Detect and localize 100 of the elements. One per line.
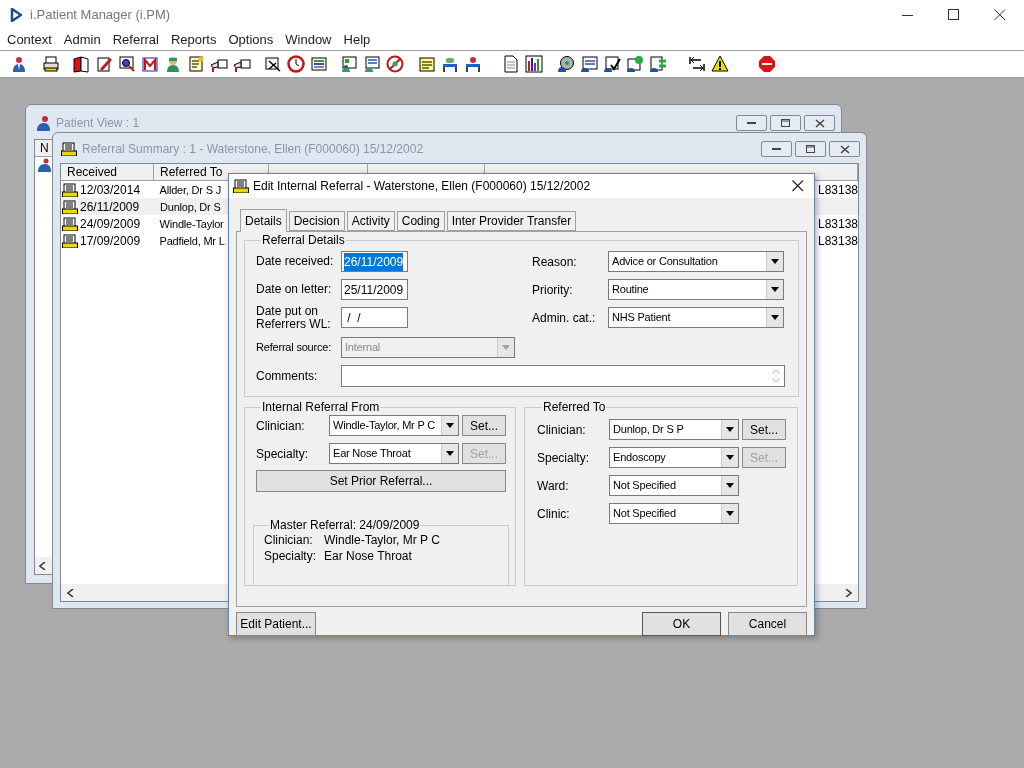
document-scissors-icon[interactable] bbox=[263, 55, 282, 73]
minimize-button[interactable] bbox=[761, 141, 792, 157]
column-header[interactable]: Received bbox=[61, 164, 154, 180]
dropdown-arrow-icon[interactable] bbox=[726, 455, 734, 460]
dropdown[interactable]: Windle-Taylor, Mr P C bbox=[329, 415, 459, 436]
form-arrow-icon[interactable] bbox=[648, 55, 667, 73]
dropdown[interactable]: Not Specified bbox=[609, 475, 739, 496]
set-prior-referral-button[interactable]: Set Prior Referral... bbox=[256, 470, 506, 492]
dropdown-arrow-icon[interactable] bbox=[726, 483, 734, 488]
dropdown[interactable]: Ear Nose Throat bbox=[329, 443, 459, 464]
dropdown-arrow-icon[interactable] bbox=[771, 315, 779, 320]
menu-item[interactable]: Context bbox=[1, 30, 58, 50]
date-field[interactable]: 26/11/2009 bbox=[341, 251, 408, 272]
dropdown-arrow-icon[interactable] bbox=[726, 511, 734, 516]
group-label: Referral Details bbox=[261, 234, 346, 246]
field-label: Priority: bbox=[532, 281, 574, 299]
table-cell-text: L83138 bbox=[816, 215, 858, 233]
cancel-button[interactable]: Cancel bbox=[728, 612, 807, 636]
bar-chart-icon[interactable] bbox=[524, 55, 543, 73]
table-cell-text: L83138 bbox=[816, 181, 858, 199]
edit-patient-button[interactable]: Edit Patient... bbox=[236, 612, 316, 636]
memo-icon[interactable] bbox=[417, 55, 436, 73]
restore-button[interactable] bbox=[770, 115, 801, 131]
close-button[interactable] bbox=[829, 141, 860, 157]
close-icon[interactable] bbox=[994, 9, 1006, 21]
date-field[interactable]: / / bbox=[341, 307, 408, 328]
document-magnifier-icon[interactable] bbox=[117, 55, 136, 73]
group-label: Referred To bbox=[542, 401, 607, 413]
menu-item[interactable]: Help bbox=[337, 30, 377, 50]
card-file-icon bbox=[61, 142, 77, 156]
bed-icon[interactable] bbox=[440, 55, 459, 73]
dropdown-arrow-icon[interactable] bbox=[771, 259, 779, 264]
dropdown[interactable]: Advice or Consultation bbox=[608, 251, 784, 272]
scroll-right-icon[interactable] bbox=[844, 588, 852, 597]
form-check-icon[interactable] bbox=[602, 55, 621, 73]
dropdown-arrow-icon[interactable] bbox=[446, 423, 454, 428]
set-button[interactable]: Set... bbox=[742, 419, 786, 440]
scroll-left-icon[interactable] bbox=[39, 561, 47, 570]
horizontal-scrollbar[interactable] bbox=[35, 557, 52, 574]
form-icon[interactable] bbox=[579, 55, 598, 73]
minimize-button[interactable] bbox=[736, 115, 767, 131]
monitor-icon[interactable] bbox=[309, 55, 328, 73]
patient-prohibited-icon[interactable] bbox=[385, 55, 404, 73]
patient-window-icon[interactable] bbox=[339, 55, 358, 73]
field-label: Reason: bbox=[532, 253, 578, 271]
field-label: Referral source: bbox=[256, 340, 333, 356]
close-icon[interactable] bbox=[792, 180, 804, 192]
table-cell-text: 26/11/2009 bbox=[80, 198, 140, 216]
dropdown[interactable]: Not Specified bbox=[609, 503, 739, 524]
maximize-icon[interactable] bbox=[948, 9, 960, 21]
minimize-icon bbox=[772, 148, 781, 150]
restore-button[interactable] bbox=[795, 141, 826, 157]
field-label: Comments: bbox=[256, 368, 319, 385]
date-field[interactable]: 25/11/2009 bbox=[341, 279, 408, 300]
swap-arrows-icon[interactable] bbox=[687, 55, 706, 73]
ok-button[interactable]: OK bbox=[642, 612, 721, 636]
dropdown-arrow-icon[interactable] bbox=[771, 287, 779, 292]
document-pen-icon[interactable] bbox=[94, 55, 113, 73]
disc-icon[interactable] bbox=[556, 55, 575, 73]
dropdown[interactable]: Routine bbox=[608, 279, 784, 300]
printer-icon[interactable] bbox=[41, 55, 60, 73]
patient-list-icon[interactable] bbox=[362, 55, 381, 73]
table-cell: Padfield, Mr L bbox=[159, 234, 225, 247]
table-cell-text: 12/03/2014 bbox=[80, 181, 141, 199]
dropdown[interactable]: Dunlop, Dr S P bbox=[609, 419, 739, 440]
page-icon[interactable] bbox=[501, 55, 520, 73]
menu-item[interactable]: Window bbox=[279, 30, 338, 50]
form-plus-icon[interactable] bbox=[625, 55, 644, 73]
menu-item[interactable]: Options bbox=[222, 30, 280, 50]
table-cell: Allder, Dr S J bbox=[159, 183, 221, 196]
menu-item[interactable]: Admin bbox=[57, 30, 107, 50]
field-label: Clinician: bbox=[537, 421, 587, 439]
tab[interactable]: Activity bbox=[346, 211, 395, 231]
envelope-icon[interactable] bbox=[140, 55, 159, 73]
close-button[interactable] bbox=[804, 115, 835, 131]
exit-sign-icon[interactable] bbox=[757, 55, 776, 73]
comments-field[interactable] bbox=[341, 365, 785, 387]
field-label: Clinician: bbox=[264, 532, 314, 549]
field-label: Specialty: bbox=[256, 445, 310, 463]
scroll-left-icon[interactable] bbox=[67, 588, 75, 597]
menu-item[interactable]: Reports bbox=[164, 30, 223, 50]
column-header[interactable]: N bbox=[35, 140, 52, 157]
patient-icon bbox=[35, 115, 51, 131]
tab[interactable]: Coding bbox=[396, 211, 445, 231]
patient-bed-icon[interactable] bbox=[463, 55, 482, 73]
dropdown-arrow-icon[interactable] bbox=[726, 427, 734, 432]
field-label: Date received: bbox=[256, 255, 335, 268]
dropdown-arrow-icon[interactable] bbox=[446, 451, 454, 456]
warning-icon[interactable] bbox=[710, 55, 729, 73]
menu-item[interactable]: Referral bbox=[106, 30, 165, 50]
notepad-icon[interactable] bbox=[186, 55, 205, 73]
dropdown[interactable]: NHS Patient bbox=[608, 307, 784, 328]
table-cell-text: L83138 bbox=[816, 232, 858, 250]
tab[interactable]: Decision bbox=[288, 211, 345, 231]
book-icon[interactable] bbox=[71, 55, 90, 73]
tab[interactable]: Details bbox=[240, 209, 287, 232]
clock-icon[interactable] bbox=[286, 55, 305, 73]
set-button[interactable]: Set... bbox=[462, 415, 506, 436]
tab[interactable]: Inter Provider Transfer bbox=[446, 211, 577, 231]
dropdown[interactable]: Endoscopy bbox=[609, 447, 739, 468]
